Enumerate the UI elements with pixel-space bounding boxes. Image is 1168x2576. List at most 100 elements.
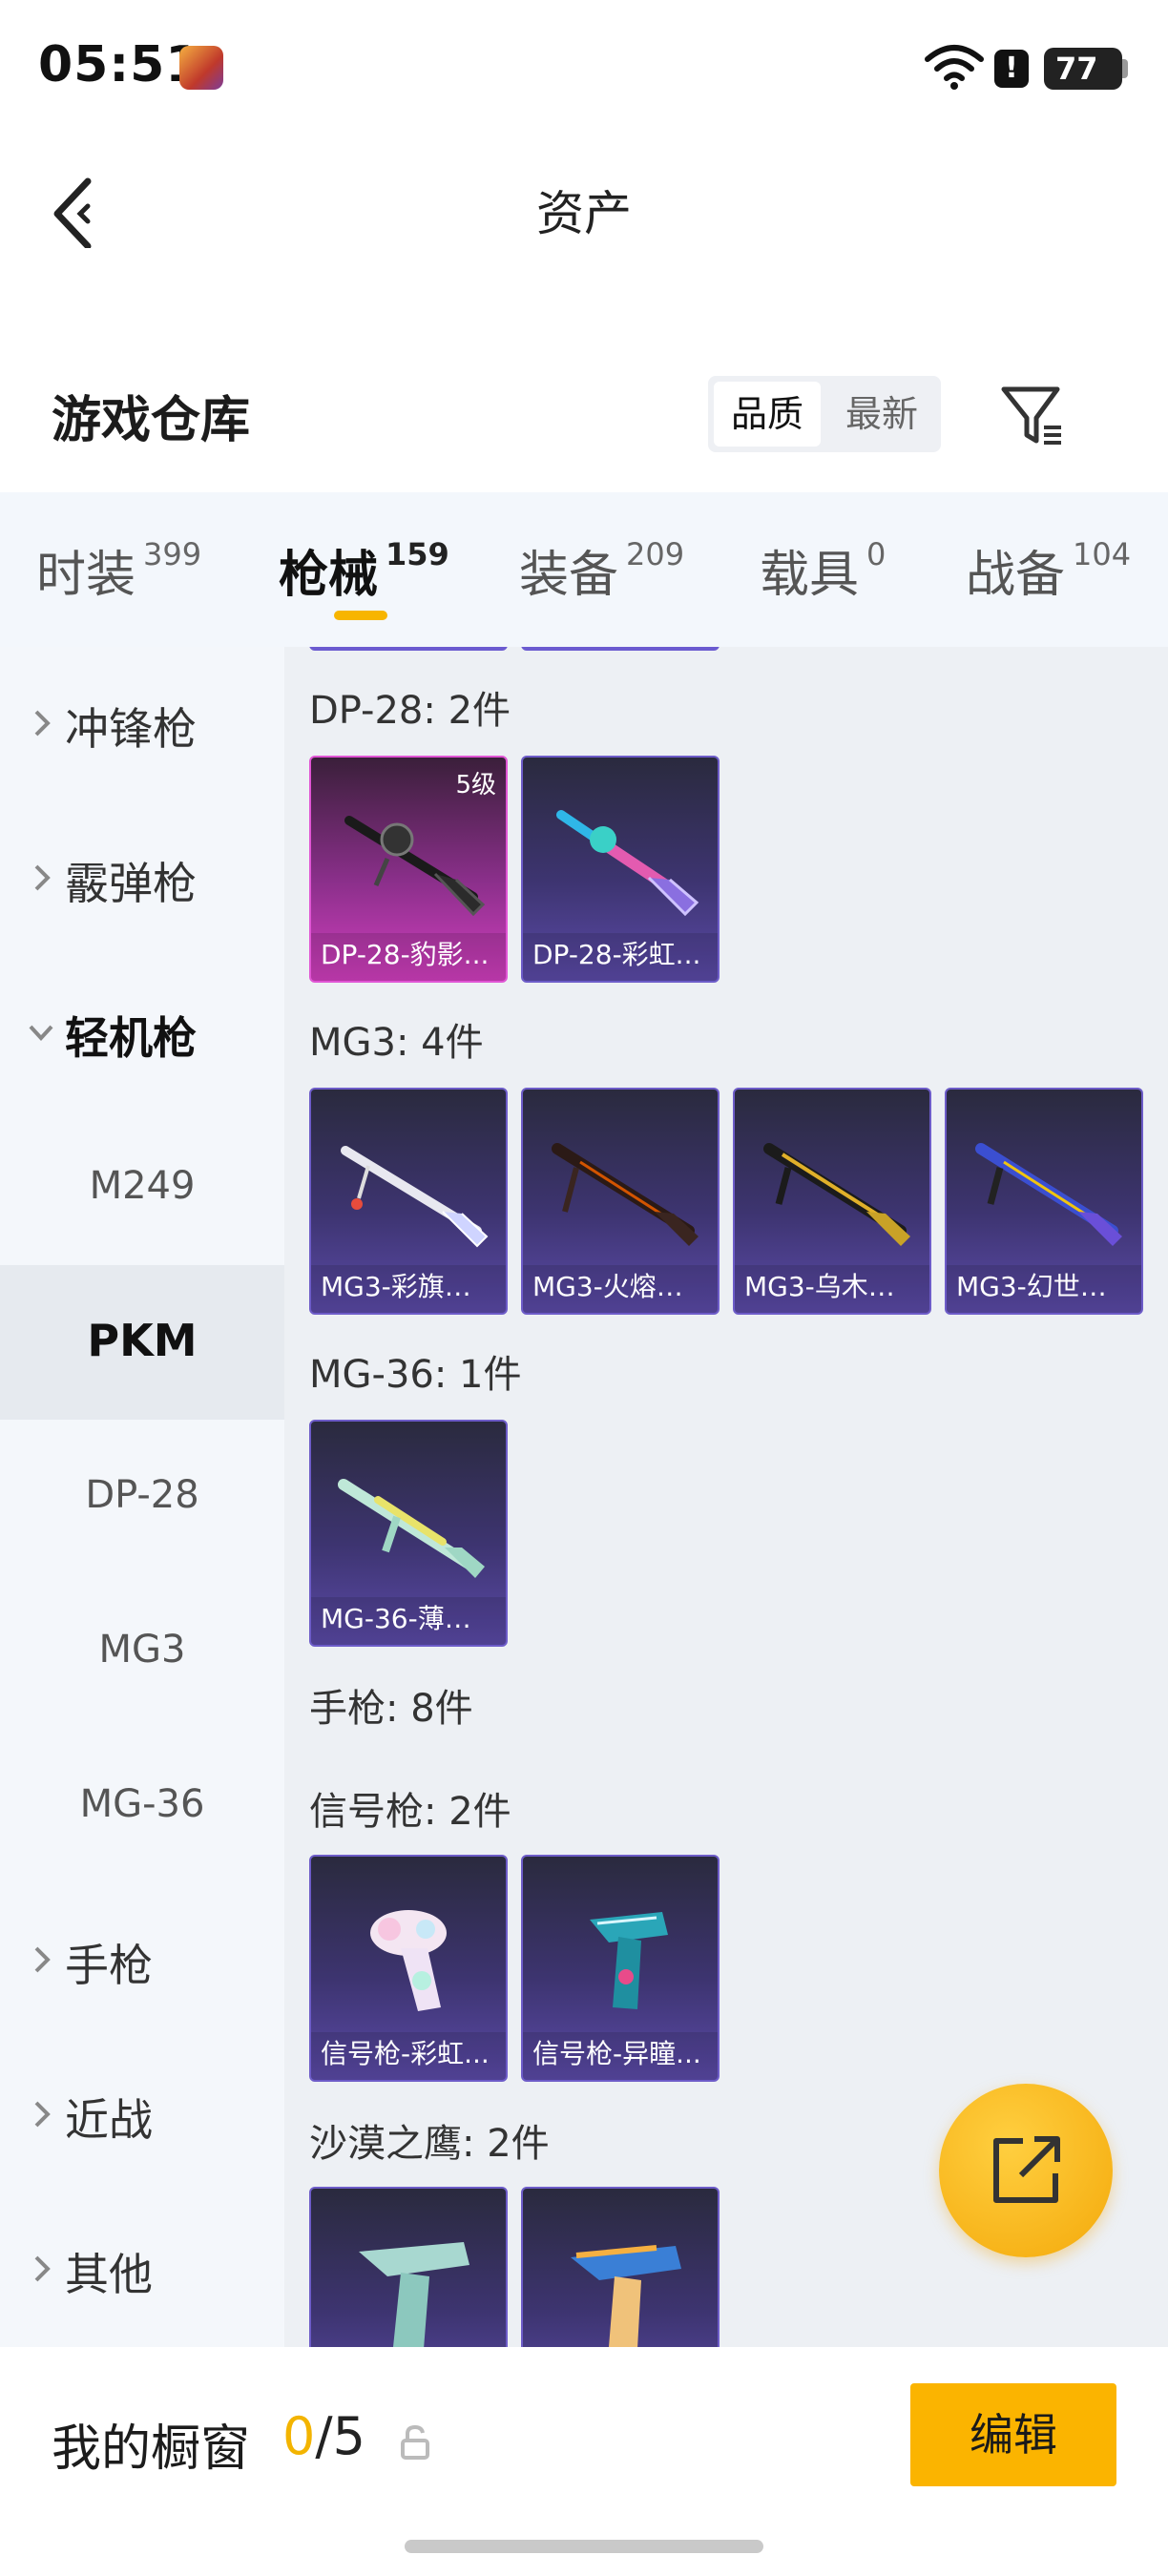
- chevron-right-icon: [34, 2255, 51, 2282]
- weapon-card[interactable]: MG3-火熔核心: [521, 1088, 720, 1315]
- group-title-mg3: MG3: 4件: [309, 1021, 484, 1065]
- home-indicator[interactable]: [405, 2540, 763, 2553]
- sidebar-item-label: PKM: [87, 1315, 198, 1366]
- weapon-card[interactable]: MG3-幻世战...: [945, 1088, 1143, 1315]
- tab-count: 104: [1073, 536, 1132, 572]
- card-label: 信号枪-彩虹...: [311, 2032, 506, 2080]
- weapon-card[interactable]: 信号枪-彩虹...: [309, 1855, 508, 2082]
- showcase-count: 0/5: [282, 2406, 365, 2466]
- lmg-skin-icon: [763, 1143, 910, 1246]
- weapon-card[interactable]: 5级 DP-28-豹影...: [309, 756, 508, 983]
- wifi-icon: [925, 45, 984, 90]
- card-label: DP-28-彩虹...: [523, 933, 718, 981]
- card-label: MG3-幻世战...: [947, 1265, 1141, 1313]
- weapon-card[interactable]: [521, 2187, 720, 2347]
- showcase-label: 我的橱窗: [52, 2420, 251, 2478]
- sidebar-item-melee[interactable]: 近战: [0, 2038, 284, 2192]
- tab-equipment[interactable]: 装备 209: [519, 534, 684, 606]
- pistol-skin-icon: [571, 2245, 681, 2347]
- tab-label: 枪械: [279, 547, 379, 604]
- warehouse-header: 游戏仓库 品质 最新: [0, 353, 1168, 487]
- weapon-card[interactable]: 信号枪-异瞳...: [521, 1855, 720, 2082]
- group-title-pistol: 手枪: 8件: [309, 1687, 473, 1731]
- lock-icon: [401, 2424, 429, 2460]
- tab-label: 载具: [760, 547, 860, 604]
- sidebar-item-label: 手枪: [65, 1940, 153, 1991]
- tab-count: 399: [143, 536, 202, 572]
- sidebar-item-label: 其他: [65, 2249, 153, 2300]
- sidebar-item-pkm[interactable]: PKM: [0, 1265, 284, 1420]
- weapon-card[interactable]: DP-28-彩虹...: [521, 756, 720, 983]
- lmg-skin-icon: [975, 1143, 1122, 1246]
- filter-icon[interactable]: [998, 382, 1067, 450]
- lmg-skin-icon: [341, 1146, 489, 1248]
- sidebar-item-dp28[interactable]: DP-28: [0, 1420, 284, 1574]
- pistol-skin-icon: [590, 1912, 668, 2009]
- chevron-right-icon: [34, 1946, 51, 1973]
- app-notification-icon: [179, 46, 223, 90]
- weapon-card[interactable]: [309, 2187, 508, 2347]
- active-tab-indicator: [334, 611, 387, 620]
- tab-label: 战备: [966, 547, 1066, 604]
- edit-button[interactable]: 编辑: [910, 2383, 1116, 2486]
- sidebar-item-label: 轻机枪: [65, 1012, 197, 1064]
- sidebar-item-mg36[interactable]: MG-36: [0, 1729, 284, 1883]
- lmg-skin-icon: [556, 810, 699, 917]
- pistol-skin-icon: [359, 2242, 469, 2347]
- sidebar-item-shotgun[interactable]: 霰弹枪: [0, 801, 284, 956]
- tab-supplies[interactable]: 战备 104: [966, 534, 1131, 606]
- card-label: MG3-彩旗巡礼: [311, 1265, 506, 1313]
- showcase-separator: /: [315, 2406, 333, 2466]
- sidebar-item-label: 冲锋枪: [65, 703, 197, 755]
- battery-icon: 77: [1044, 48, 1122, 90]
- showcase-current: 0: [282, 2406, 316, 2466]
- status-time: 05:51: [38, 36, 201, 93]
- tab-label: 装备: [519, 547, 619, 604]
- sidebar-item-label: 近战: [65, 2094, 153, 2146]
- lmg-skin-icon: [552, 1143, 699, 1246]
- card-label: 信号枪-异瞳...: [523, 2032, 718, 2080]
- weapon-card[interactable]: MG-36-薄荷...: [309, 1420, 508, 1647]
- weapon-card[interactable]: MG3-乌木金纹: [733, 1088, 931, 1315]
- tab-count: 209: [626, 536, 685, 572]
- sidebar-item-smg[interactable]: 冲锋枪: [0, 647, 284, 801]
- group-title-dp28: DP-28: 2件: [309, 689, 511, 733]
- sidebar-item-label: 霰弹枪: [65, 858, 197, 909]
- sort-toggle: 品质 最新: [708, 376, 941, 452]
- group-title-flare: 信号枪: 2件: [309, 1790, 511, 1834]
- tab-vehicles[interactable]: 载具 0: [760, 534, 886, 606]
- showcase-bar: 我的橱窗 0/5 编辑: [0, 2347, 1168, 2576]
- back-arrow-icon[interactable]: [42, 172, 118, 248]
- sidebar-item-lmg[interactable]: 轻机枪: [0, 956, 284, 1111]
- showcase-total: 5: [332, 2406, 365, 2466]
- section-title: 游戏仓库: [52, 392, 251, 449]
- lmg-skin-icon: [344, 816, 486, 917]
- card-label: MG3-乌木金纹: [735, 1265, 929, 1313]
- sidebar-item-pistol[interactable]: 手枪: [0, 1883, 284, 2038]
- alert-icon: !: [994, 50, 1029, 88]
- sort-newest-button[interactable]: 最新: [828, 382, 935, 447]
- partial-card: [309, 647, 508, 651]
- sidebar-item-label: MG3: [98, 1628, 186, 1672]
- category-tabs: 时装 399 枪械 159 装备 209 载具 0 战备 104: [0, 492, 1168, 647]
- tab-count: 0: [866, 536, 886, 572]
- sidebar-item-m249[interactable]: M249: [0, 1111, 284, 1265]
- battery-cap: [1122, 59, 1128, 78]
- nav-bar: 资产: [0, 153, 1168, 267]
- tab-label: 时装: [36, 547, 136, 604]
- sort-quality-button[interactable]: 品质: [714, 382, 821, 447]
- status-bar: 05:51 ! 77: [0, 0, 1168, 134]
- partial-card: [521, 647, 720, 651]
- lmg-skin-icon: [338, 1479, 485, 1578]
- chevron-right-icon: [34, 710, 51, 737]
- tab-firearms[interactable]: 枪械 159: [279, 534, 449, 606]
- tab-fashion[interactable]: 时装 399: [36, 534, 201, 606]
- weapon-category-sidebar: 冲锋枪 霰弹枪 轻机枪 M249 PKM DP-28 MG3 MG-36 手枪 …: [0, 647, 284, 2347]
- sidebar-item-label: DP-28: [85, 1473, 199, 1517]
- share-fab-button[interactable]: [939, 2084, 1113, 2257]
- chevron-right-icon: [34, 864, 51, 891]
- sidebar-item-other[interactable]: 其他: [0, 2192, 284, 2347]
- weapon-card[interactable]: MG3-彩旗巡礼: [309, 1088, 508, 1315]
- sidebar-item-mg3[interactable]: MG3: [0, 1574, 284, 1729]
- group-title-deagle: 沙漠之鹰: 2件: [309, 2122, 550, 2166]
